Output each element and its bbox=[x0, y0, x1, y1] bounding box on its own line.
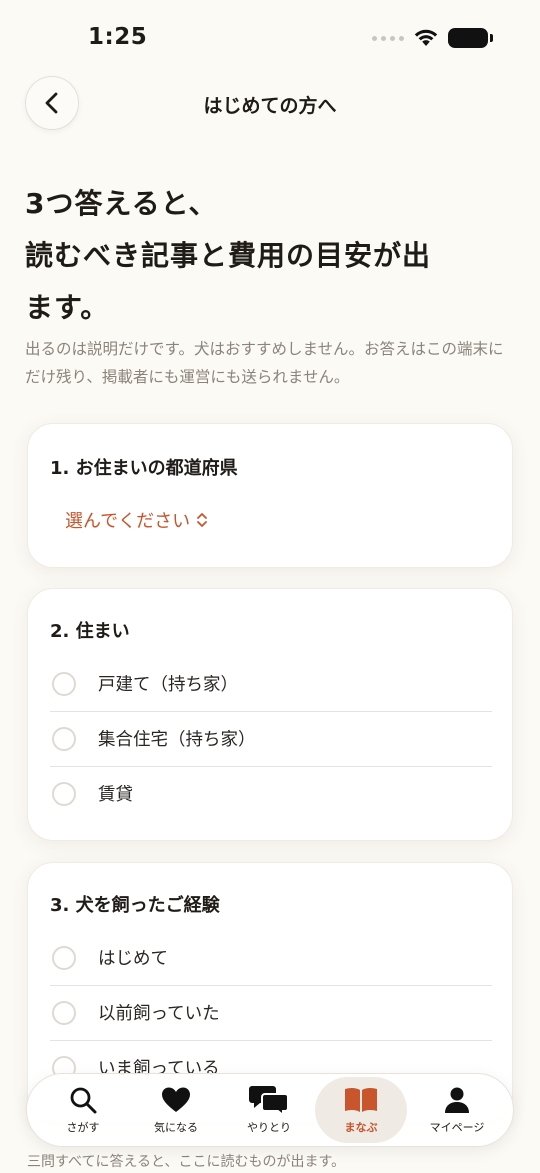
radio-option-detached-house[interactable]: 戸建て（持ち家） bbox=[50, 656, 492, 712]
select-value-text: 選んでください bbox=[65, 511, 191, 532]
tab-label: やりとり bbox=[247, 1121, 291, 1134]
chat-bubbles-icon bbox=[249, 1086, 289, 1116]
question-card-prefecture: 1. お住まいの都道府県 選んでください bbox=[27, 423, 513, 568]
headline-line-3: ます。 bbox=[25, 291, 110, 324]
question-title: 1. お住まいの都道府県 bbox=[50, 458, 238, 479]
battery-icon bbox=[448, 28, 493, 48]
status-time: 1:25 bbox=[88, 24, 148, 50]
heart-icon bbox=[162, 1087, 190, 1112]
question-title: 2. 住まい bbox=[50, 621, 130, 642]
tab-favorites[interactable]: 気になる bbox=[130, 1077, 222, 1143]
footer-note: 三問すべてに答えると、ここに読むものが出ます。 bbox=[27, 1154, 346, 1170]
status-icons bbox=[372, 28, 493, 48]
radio-option-rental[interactable]: 賃貸 bbox=[50, 766, 492, 821]
chevron-up-down-icon bbox=[197, 513, 208, 527]
radio-option-first-time[interactable]: はじめて bbox=[50, 930, 492, 986]
option-label: はじめて bbox=[98, 949, 168, 969]
tab-search[interactable]: さがす bbox=[37, 1077, 129, 1143]
headline: 3つ答えると、 読むべき記事と費用の目安が出 ます。 bbox=[25, 178, 495, 334]
question-card-housing: 2. 住まい 戸建て（持ち家） 集合住宅（持ち家） 賃貸 bbox=[27, 588, 513, 841]
wifi-icon bbox=[414, 29, 438, 46]
nav-bar: はじめての方へ bbox=[0, 76, 540, 132]
tab-label: まなぶ bbox=[344, 1121, 378, 1134]
prefecture-select[interactable]: 選んでください bbox=[65, 507, 208, 533]
book-icon bbox=[345, 1087, 377, 1112]
radio-button[interactable] bbox=[52, 1000, 76, 1025]
tab-my-page[interactable]: マイページ bbox=[411, 1077, 503, 1143]
option-label: 集合住宅（持ち家） bbox=[98, 730, 256, 750]
radio-button[interactable] bbox=[52, 671, 76, 696]
signal-icon bbox=[372, 35, 404, 41]
radio-button[interactable] bbox=[52, 726, 76, 751]
option-label: 以前飼っていた bbox=[98, 1004, 220, 1024]
tab-label: マイページ bbox=[429, 1121, 485, 1134]
radio-button[interactable] bbox=[52, 781, 76, 806]
option-label: 賃貸 bbox=[98, 785, 133, 805]
tab-label: さがす bbox=[66, 1121, 100, 1134]
tab-bar: さがす 気になる やりとり まなぶ マイページ bbox=[26, 1073, 514, 1147]
radio-button[interactable] bbox=[52, 945, 76, 970]
option-label: 戸建て（持ち家） bbox=[98, 675, 238, 695]
question-title: 3. 犬を飼ったご経験 bbox=[50, 895, 220, 916]
tab-learn[interactable]: まなぶ bbox=[315, 1077, 407, 1143]
headline-line-2: 読むべき記事と費用の目安が出 bbox=[25, 239, 432, 272]
radio-option-condominium[interactable]: 集合住宅（持ち家） bbox=[50, 711, 492, 767]
tab-label: 気になる bbox=[154, 1121, 198, 1134]
person-icon bbox=[445, 1087, 469, 1113]
status-bar: 1:25 bbox=[0, 0, 540, 80]
page-title: はじめての方へ bbox=[203, 95, 337, 117]
tab-messages[interactable]: やりとり bbox=[223, 1077, 315, 1143]
search-icon bbox=[70, 1087, 97, 1114]
headline-line-1: 3つ答えると、 bbox=[25, 187, 218, 220]
intro-text: 出るのは説明だけです。犬はおすすめしません。お答えはこの端末にだけ残り、掲載者に… bbox=[25, 340, 504, 386]
radio-option-previously-owned[interactable]: 以前飼っていた bbox=[50, 985, 492, 1041]
